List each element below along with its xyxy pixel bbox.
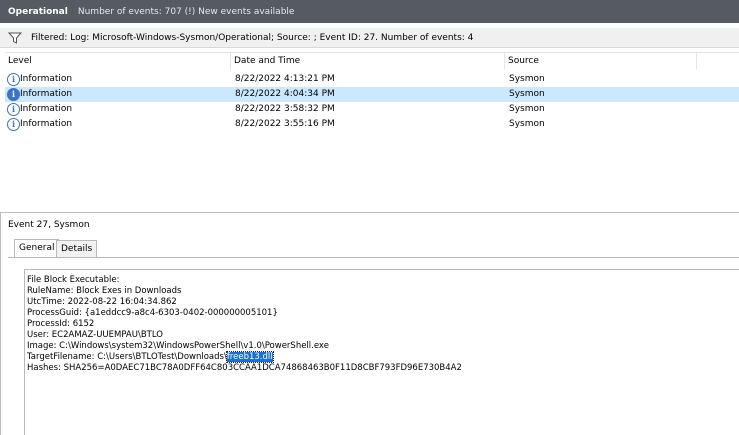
detail-line: User: EC2AMAZ-UUEMPAU\BTLO bbox=[27, 330, 163, 340]
hashes-line: Hashes: SHA256=A0DAEC71BC78A0DFF64C803CC… bbox=[27, 363, 462, 373]
event-source: Sysmon bbox=[509, 74, 545, 84]
events-table: Level Date and Time Source i Information… bbox=[5, 52, 739, 207]
log-header-bar: Operational Number of events: 707 (!) Ne… bbox=[0, 0, 739, 23]
event-level: Information bbox=[20, 89, 73, 99]
event-detail-title: Event 27, Sysmon bbox=[8, 220, 90, 230]
detail-line: RuleName: Block Exes in Downloads bbox=[27, 286, 182, 296]
detail-line: File Block Executable: bbox=[27, 275, 120, 285]
event-datetime: 8/22/2022 3:58:32 PM bbox=[235, 104, 335, 114]
column-header-source[interactable]: Source bbox=[505, 53, 697, 70]
detail-line: ProcessGuid: {a1eddcc9-a8c4-6303-0402-00… bbox=[27, 308, 278, 318]
event-datetime: 8/22/2022 3:55:16 PM bbox=[235, 119, 335, 129]
filter-description: Filtered: Log: Microsoft-Windows-Sysmon/… bbox=[31, 32, 474, 43]
tab-details[interactable]: Details bbox=[56, 240, 98, 257]
selected-filename-text[interactable]: freeb13.dll bbox=[225, 351, 274, 363]
detail-line: Image: C:\Windows\system32\WindowsPowerS… bbox=[27, 341, 329, 351]
event-row[interactable]: i Information 8/22/2022 4:13:21 PM Sysmo… bbox=[5, 72, 739, 87]
log-title: Operational bbox=[8, 6, 68, 17]
event-description-box[interactable]: File Block Executable: RuleName: Block E… bbox=[24, 269, 739, 435]
event-datetime: 8/22/2022 4:04:34 PM bbox=[235, 89, 335, 99]
event-row[interactable]: i Information 8/22/2022 3:58:32 PM Sysmo… bbox=[5, 102, 739, 117]
tab-divider bbox=[8, 257, 739, 258]
detail-pane-border bbox=[0, 213, 1, 435]
column-header-level[interactable]: Level bbox=[5, 53, 231, 70]
event-source: Sysmon bbox=[509, 119, 545, 129]
filter-icon bbox=[8, 32, 22, 44]
event-row-selected[interactable]: i Information 8/22/2022 4:04:34 PM Sysmo… bbox=[5, 87, 739, 102]
event-level: Information bbox=[20, 119, 73, 129]
event-datetime: 8/22/2022 4:13:21 PM bbox=[235, 74, 335, 84]
pane-splitter[interactable] bbox=[0, 212, 739, 213]
target-filename-prefix: TargetFilename: C:\Users\BTLOTest\Downlo… bbox=[27, 352, 227, 362]
column-header-date-time[interactable]: Date and Time bbox=[231, 53, 505, 70]
detail-line: UtcTime: 2022-08-22 16:04:34.862 bbox=[27, 297, 177, 307]
tab-general[interactable]: General bbox=[14, 239, 60, 258]
info-icon: i bbox=[7, 88, 20, 101]
event-level: Information bbox=[20, 74, 73, 84]
event-row[interactable]: i Information 8/22/2022 3:55:16 PM Sysmo… bbox=[5, 117, 739, 132]
target-filename-line: TargetFilename: C:\Users\BTLOTest\Downlo… bbox=[27, 351, 274, 363]
event-count-summary: Number of events: 707 (!) New events ava… bbox=[77, 6, 295, 17]
info-icon: i bbox=[7, 73, 20, 86]
info-icon: i bbox=[7, 118, 20, 131]
event-source: Sysmon bbox=[509, 104, 545, 114]
info-icon: i bbox=[7, 103, 20, 116]
detail-line: ProcessId: 6152 bbox=[27, 319, 95, 329]
filter-bar: Filtered: Log: Microsoft-Windows-Sysmon/… bbox=[0, 28, 739, 48]
event-level: Information bbox=[20, 104, 73, 114]
event-source: Sysmon bbox=[509, 89, 545, 99]
